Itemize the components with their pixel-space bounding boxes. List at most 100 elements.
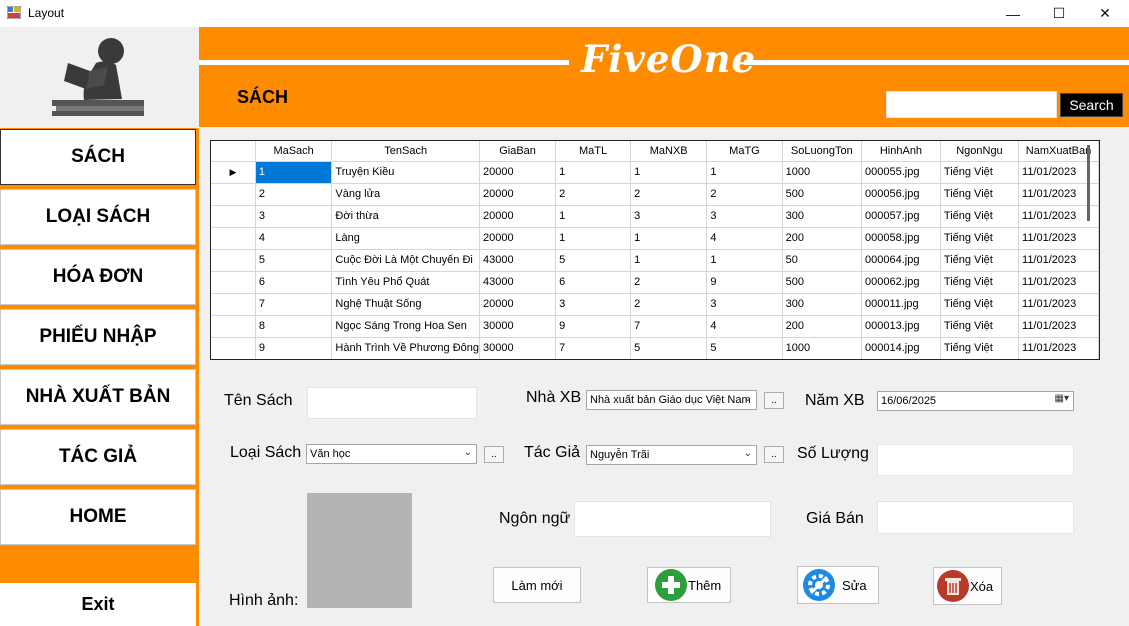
column-header[interactable]: MaTL xyxy=(555,141,632,162)
table-cell[interactable]: Làng xyxy=(331,227,481,250)
table-cell[interactable]: 20000 xyxy=(479,227,557,250)
table-cell[interactable]: Vàng lửa xyxy=(331,183,481,206)
table-cell[interactable]: 5 xyxy=(706,337,783,359)
books-table[interactable]: MaSach TenSach GiaBan MaTL MaNXB MaTG So… xyxy=(210,140,1100,360)
so-luong-input[interactable] xyxy=(877,444,1074,476)
close-button[interactable]: ✕ xyxy=(1082,0,1128,27)
table-cell[interactable]: 30000 xyxy=(479,337,557,359)
table-cell[interactable]: 20000 xyxy=(479,161,557,184)
table-cell[interactable]: 11/01/2023 xyxy=(1018,337,1099,359)
nam-xb-datepicker[interactable]: 16/06/2025 ▦▾ xyxy=(877,391,1074,411)
table-cell[interactable]: 43000 xyxy=(479,271,557,294)
nha-xb-select[interactable]: Nhà xuất bản Giáo dục Việt Nam ⌄ xyxy=(586,390,757,410)
ngon-ngu-input[interactable] xyxy=(574,501,771,537)
table-cell[interactable]: Hành Trình Về Phương Đông xyxy=(331,337,481,359)
column-header[interactable]: TenSach xyxy=(331,141,481,162)
column-header[interactable]: HinhAnh xyxy=(861,141,941,162)
table-row[interactable]: ▶ 1 Truyện Kiều 20000 1 1 1 1000 000055.jpg Tiếng… xyxy=(211,161,1099,184)
table-cell[interactable]: 000058.jpg xyxy=(861,227,941,250)
table-cell[interactable]: 000055.jpg xyxy=(861,161,941,184)
table-cell[interactable]: 4 xyxy=(706,315,783,338)
table-row[interactable]: 8 Ngọc Sáng Trong Hoa Sen 30000 9 7 4 200 00001… xyxy=(211,315,1099,338)
column-header[interactable]: MaSach xyxy=(255,141,333,162)
table-cell[interactable]: 4 xyxy=(706,227,783,250)
table-cell[interactable]: 000064.jpg xyxy=(861,249,941,272)
edit-button[interactable]: Sửa xyxy=(797,566,879,604)
table-cell[interactable]: 20000 xyxy=(479,205,557,228)
table-cell[interactable]: 000062.jpg xyxy=(861,271,941,294)
exit-button[interactable]: Exit xyxy=(0,583,196,626)
loai-sach-select[interactable]: Văn học ⌄ xyxy=(306,444,477,464)
table-row[interactable]: 3 Đời thừa 20000 1 3 3 300 000057.jpg Tiếng Việt… xyxy=(211,205,1099,228)
table-cell[interactable]: 1 xyxy=(706,249,783,272)
minimize-button[interactable]: — xyxy=(990,0,1036,27)
table-cell[interactable]: 300 xyxy=(782,293,863,316)
table-cell[interactable]: 9 xyxy=(706,271,783,294)
table-cell[interactable]: Cuộc Đời Là Một Chuyến Đi xyxy=(331,249,481,272)
table-cell[interactable]: 5 xyxy=(255,249,333,272)
column-header[interactable]: MaNXB xyxy=(630,141,708,162)
row-header[interactable] xyxy=(211,315,256,338)
table-cell[interactable]: 50 xyxy=(782,249,863,272)
table-row[interactable]: 5 Cuộc Đời Là Một Chuyến Đi 43000 5 1 1 50 0000… xyxy=(211,249,1099,272)
table-cell[interactable]: Tiếng Việt xyxy=(940,183,1020,206)
row-header[interactable]: ▶ xyxy=(211,161,256,184)
table-cell[interactable]: 11/01/2023 xyxy=(1018,249,1099,272)
sidebar-item-nha-xuat-ban[interactable]: NHÀ XUẤT BẢN xyxy=(0,369,196,425)
table-cell[interactable]: 1 xyxy=(555,227,632,250)
table-cell[interactable]: 1 xyxy=(255,161,333,184)
table-cell[interactable]: Tiếng Việt xyxy=(940,293,1020,316)
column-header[interactable]: NgonNgu xyxy=(940,141,1020,162)
table-cell[interactable]: 000011.jpg xyxy=(861,293,941,316)
table-cell[interactable]: 1 xyxy=(630,227,708,250)
table-cell[interactable]: Đời thừa xyxy=(331,205,481,228)
table-cell[interactable]: 000057.jpg xyxy=(861,205,941,228)
table-cell[interactable]: 7 xyxy=(630,315,708,338)
row-header[interactable] xyxy=(211,337,256,359)
table-cell[interactable]: 500 xyxy=(782,271,863,294)
table-cell[interactable]: 300 xyxy=(782,205,863,228)
table-cell[interactable]: 3 xyxy=(630,205,708,228)
table-cell[interactable]: 2 xyxy=(630,183,708,206)
sidebar-item-tac-gia[interactable]: TÁC GIẢ xyxy=(0,429,196,485)
table-cell[interactable]: 3 xyxy=(706,293,783,316)
table-cell[interactable]: 11/01/2023 xyxy=(1018,271,1099,294)
sidebar-item-hoa-don[interactable]: HÓA ĐƠN xyxy=(0,249,196,305)
row-header[interactable] xyxy=(211,271,256,294)
table-cell[interactable]: 1000 xyxy=(782,337,863,359)
ten-sach-input[interactable] xyxy=(307,387,477,419)
table-cell[interactable]: Tiếng Việt xyxy=(940,271,1020,294)
search-button[interactable]: Search xyxy=(1060,93,1123,117)
table-row[interactable]: 2 Vàng lửa 20000 2 2 2 500 000056.jpg Tiếng Việt… xyxy=(211,183,1099,206)
table-cell[interactable]: 000014.jpg xyxy=(861,337,941,359)
row-header[interactable] xyxy=(211,183,256,206)
table-cell[interactable]: Tiếng Việt xyxy=(940,337,1020,359)
table-cell[interactable]: 1000 xyxy=(782,161,863,184)
table-cell[interactable]: 200 xyxy=(782,227,863,250)
table-cell[interactable]: 11/01/2023 xyxy=(1018,293,1099,316)
table-cell[interactable]: 9 xyxy=(555,315,632,338)
table-cell[interactable]: 6 xyxy=(555,271,632,294)
table-cell[interactable]: 000056.jpg xyxy=(861,183,941,206)
table-cell[interactable]: 2 xyxy=(555,183,632,206)
tac-gia-select[interactable]: Nguyễn Trãi ⌄ xyxy=(586,445,757,465)
table-cell[interactable]: 3 xyxy=(706,205,783,228)
search-input[interactable] xyxy=(886,91,1057,118)
row-header[interactable] xyxy=(211,249,256,272)
table-cell[interactable]: Tiếng Việt xyxy=(940,161,1020,184)
table-cell[interactable]: 20000 xyxy=(479,293,557,316)
table-cell[interactable]: 7 xyxy=(255,293,333,316)
table-cell[interactable]: 1 xyxy=(630,161,708,184)
table-cell[interactable]: Tiếng Việt xyxy=(940,249,1020,272)
table-row[interactable]: 4 Làng 20000 1 1 4 200 000058.jpg Tiếng Việt 11/0… xyxy=(211,227,1099,250)
table-cell[interactable]: 3 xyxy=(255,205,333,228)
table-cell[interactable]: 1 xyxy=(706,161,783,184)
table-cell[interactable]: 30000 xyxy=(479,315,557,338)
table-cell[interactable]: Truyện Kiều xyxy=(331,161,481,184)
table-cell[interactable]: 1 xyxy=(555,161,632,184)
table-cell[interactable]: Ngọc Sáng Trong Hoa Sen xyxy=(331,315,481,338)
sidebar-item-sach[interactable]: SÁCH xyxy=(0,129,196,185)
table-cell[interactable]: 2 xyxy=(630,271,708,294)
table-cell[interactable]: 2 xyxy=(255,183,333,206)
row-header[interactable] xyxy=(211,293,256,316)
